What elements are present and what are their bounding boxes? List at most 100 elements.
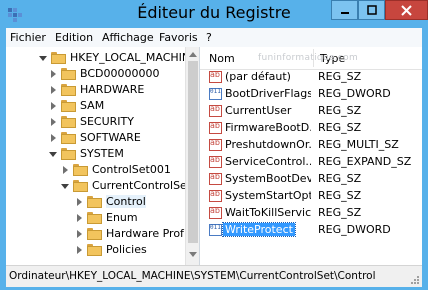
value-type: REG_SZ — [318, 70, 362, 83]
resize-grip-icon[interactable] — [410, 275, 420, 285]
folder-icon — [61, 116, 76, 128]
tree-node-label: BCD00000000 — [80, 67, 160, 80]
tree-node-label: HARDWARE — [80, 83, 145, 96]
close-button[interactable] — [385, 0, 428, 20]
column-header-name[interactable]: Nom — [209, 52, 235, 65]
folder-icon — [73, 180, 88, 192]
folder-icon — [61, 148, 76, 160]
collapsed-arrow-icon[interactable] — [51, 134, 56, 142]
tree-node-label: SOFTWARE — [80, 131, 141, 144]
value-name: ServiceControl... — [225, 155, 311, 168]
value-type: REG_SZ — [318, 206, 362, 219]
tree-node-label: SECURITY — [80, 115, 134, 128]
main-content: HKEY_LOCAL_MACHINE BCD00000000 HARDWARE … — [6, 47, 422, 265]
folder-icon — [73, 164, 88, 176]
string-value-icon — [209, 172, 222, 185]
tree-node-label: Control — [106, 195, 146, 208]
collapsed-arrow-icon[interactable] — [77, 214, 82, 222]
status-path: Ordinateur\HKEY_LOCAL_MACHINE\SYSTEM\Cur… — [9, 270, 376, 282]
string-value-icon — [209, 138, 222, 151]
value-type: REG_SZ — [318, 172, 362, 185]
maximize-icon — [366, 5, 377, 15]
value-row[interactable]: WaitToKillServic... REG_SZ — [200, 205, 422, 222]
folder-icon — [87, 212, 102, 224]
expanded-arrow-icon[interactable] — [49, 152, 57, 157]
collapsed-arrow-icon[interactable] — [51, 102, 56, 110]
collapsed-arrow-icon[interactable] — [51, 86, 56, 94]
folder-icon — [51, 52, 66, 64]
scroll-thumb[interactable] — [188, 61, 198, 243]
string-value-icon — [209, 155, 222, 168]
value-row[interactable]: SystemStartOpti... REG_SZ — [200, 188, 422, 205]
minimize-icon — [340, 12, 349, 14]
folder-icon — [61, 132, 76, 144]
tree-node-label: HKEY_LOCAL_MACHINE — [70, 51, 198, 64]
menu-edition[interactable]: Edition — [55, 31, 93, 44]
value-row[interactable]: ServiceControl... REG_EXPAND_SZ — [200, 154, 422, 171]
value-name: (par défaut) — [225, 70, 291, 83]
value-row[interactable]: SystemBootDevi... REG_SZ — [200, 171, 422, 188]
value-row[interactable]: PreshutdownOr... REG_MULTI_SZ — [200, 137, 422, 154]
tree-node-label: CurrentControlSet — [92, 179, 192, 192]
collapsed-arrow-icon[interactable] — [51, 118, 56, 126]
binary-value-icon — [209, 224, 222, 236]
value-name: PreshutdownOr... — [225, 138, 311, 151]
value-row[interactable]: BootDriverFlags REG_DWORD — [200, 86, 422, 103]
value-name: SystemBootDevi... — [225, 172, 311, 185]
menu-affichage[interactable]: Affichage — [102, 31, 154, 44]
title-bar[interactable]: Éditeur du Registre — [0, 0, 428, 28]
list-header: Nom Type funinformatique.com — [200, 47, 422, 70]
menu-favoris[interactable]: Favoris — [159, 31, 198, 44]
collapsed-arrow-icon[interactable] — [51, 70, 56, 78]
collapsed-arrow-icon[interactable] — [77, 198, 82, 206]
tree-node-label: SAM — [80, 99, 105, 112]
folder-icon — [87, 244, 102, 256]
tree-node-label: Hardware Prof — [106, 227, 184, 240]
close-icon — [401, 4, 412, 16]
menu-bar: Fichier Edition Affichage Favoris ? — [6, 28, 422, 47]
menu-help[interactable]: ? — [206, 31, 212, 44]
value-name: CurrentUser — [225, 104, 292, 117]
folder-icon — [87, 228, 102, 240]
folder-icon — [87, 196, 102, 208]
string-value-icon — [209, 70, 222, 83]
value-row[interactable]: CurrentUser REG_SZ — [200, 103, 422, 120]
value-type: REG_SZ — [318, 121, 362, 134]
string-value-icon — [209, 206, 222, 219]
collapsed-arrow-icon[interactable] — [77, 230, 82, 238]
string-value-icon — [209, 121, 222, 134]
values-list: Nom Type funinformatique.com (par défaut… — [200, 47, 422, 265]
collapsed-arrow-icon[interactable] — [63, 166, 68, 174]
value-name: FirmwareBootD... — [225, 121, 311, 134]
value-name: BootDriverFlags — [225, 87, 311, 100]
value-name: WriteProtect — [222, 222, 296, 237]
value-type: REG_SZ — [318, 104, 362, 117]
maximize-button[interactable] — [358, 0, 385, 20]
string-value-icon — [209, 104, 222, 117]
watermark-text: funinformatique.com — [258, 53, 359, 63]
tree-node-label: Policies — [106, 243, 147, 256]
key-tree: HKEY_LOCAL_MACHINE BCD00000000 HARDWARE … — [6, 47, 200, 265]
minimize-button[interactable] — [331, 0, 358, 20]
scroll-up-icon[interactable] — [189, 52, 197, 57]
value-type: REG_SZ — [318, 189, 362, 202]
value-type: REG_DWORD — [318, 223, 391, 236]
tree-scrollbar[interactable] — [185, 47, 199, 265]
scroll-down-icon[interactable] — [189, 252, 197, 257]
folder-icon — [61, 100, 76, 112]
value-type: REG_MULTI_SZ — [318, 138, 399, 151]
menu-fichier[interactable]: Fichier — [10, 31, 46, 44]
value-row[interactable]: FirmwareBootD... REG_SZ — [200, 120, 422, 137]
binary-value-icon — [209, 88, 222, 100]
expanded-arrow-icon[interactable] — [39, 56, 47, 61]
value-name: WaitToKillServic... — [225, 206, 311, 219]
collapsed-arrow-icon[interactable] — [77, 246, 82, 254]
value-row-selected[interactable]: WriteProtect REG_DWORD — [200, 222, 422, 239]
registry-editor-window: Éditeur du Registre Fichier Edition Affi… — [0, 0, 428, 290]
value-type: REG_DWORD — [318, 87, 391, 100]
value-name: SystemStartOpti... — [225, 189, 311, 202]
expanded-arrow-icon[interactable] — [61, 184, 69, 189]
tree-node-label: ControlSet001 — [92, 163, 171, 176]
value-row[interactable]: (par défaut) REG_SZ — [200, 69, 422, 86]
tree-node-label: Enum — [106, 211, 138, 224]
